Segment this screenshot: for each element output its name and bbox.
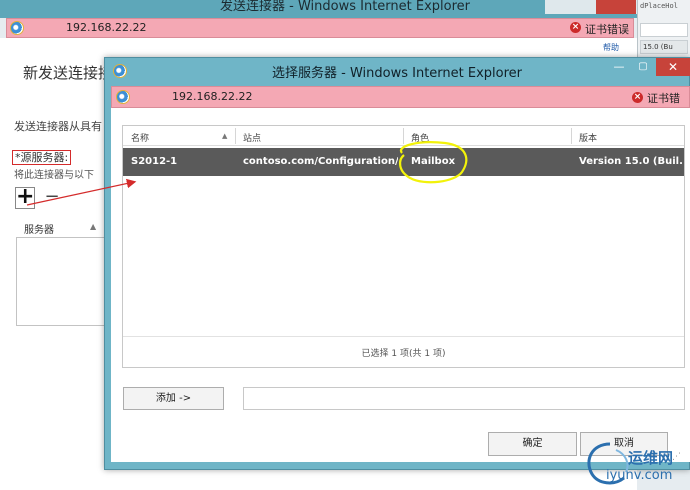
- minimize-button[interactable]: —: [608, 60, 630, 76]
- watermark-text: 运维网: [628, 449, 674, 467]
- source-server-label: *源服务器:: [12, 150, 72, 165]
- source-server-description: 将此连接器与以下: [14, 170, 94, 181]
- background-url: 192.168.22.22: [66, 21, 147, 34]
- column-header-version[interactable]: 版本: [579, 131, 597, 144]
- selected-servers-field[interactable]: [243, 387, 685, 410]
- background-close-button[interactable]: [596, 0, 636, 14]
- selection-status: 已选择 1 项(共 1 项): [361, 349, 446, 359]
- cert-error-icon: ×: [632, 92, 643, 103]
- ie-logo-icon: [116, 90, 130, 104]
- background-thumb-version: 15.0 (Bu: [640, 40, 688, 54]
- add-to-selection-button[interactable]: 添加 ->: [123, 387, 224, 410]
- close-button[interactable]: ✕: [656, 58, 690, 76]
- dialog-url: 192.168.22.22: [172, 90, 253, 103]
- cell-name: S2012-1: [131, 156, 178, 167]
- column-divider[interactable]: [235, 128, 236, 144]
- cert-error-icon: ×: [570, 22, 581, 33]
- add-server-button[interactable]: +: [15, 186, 35, 209]
- connector-description: 发送连接器从具有: [14, 120, 102, 133]
- column-header-site[interactable]: 站点: [243, 131, 261, 144]
- ie-logo-icon: [10, 21, 24, 35]
- cell-role: Mailbox: [411, 156, 456, 167]
- sort-ascending-icon: ▲: [222, 132, 228, 140]
- resize-grip-icon[interactable]: ⋰: [672, 452, 681, 462]
- help-link[interactable]: 帮助: [603, 42, 619, 53]
- background-cert-error[interactable]: 证书错误: [585, 21, 629, 37]
- column-header-name[interactable]: 名称: [131, 131, 149, 144]
- sort-ascending-icon: ▲: [90, 222, 97, 231]
- cell-version: Version 15.0 (Buil...: [579, 156, 683, 167]
- remove-server-button[interactable]: −: [44, 188, 60, 208]
- column-divider[interactable]: [403, 128, 404, 144]
- list-footer-divider: [123, 336, 684, 337]
- dialog-title: 选择服务器 - Windows Internet Explorer: [272, 66, 522, 81]
- background-thumb-label: dPlaceHol: [640, 2, 678, 10]
- cell-site: contoso.com/Configuration/S...: [243, 156, 398, 167]
- ok-button[interactable]: 确定: [488, 432, 577, 456]
- background-thumb-field: [640, 23, 688, 37]
- column-divider[interactable]: [571, 128, 572, 144]
- maximize-button[interactable]: ▢: [632, 60, 654, 76]
- column-header-server[interactable]: 服务器: [24, 221, 54, 236]
- page-title: 新发送连接接: [23, 64, 114, 82]
- column-header-role[interactable]: 角色: [411, 131, 429, 144]
- watermark-domain: iyunv.com: [606, 468, 673, 483]
